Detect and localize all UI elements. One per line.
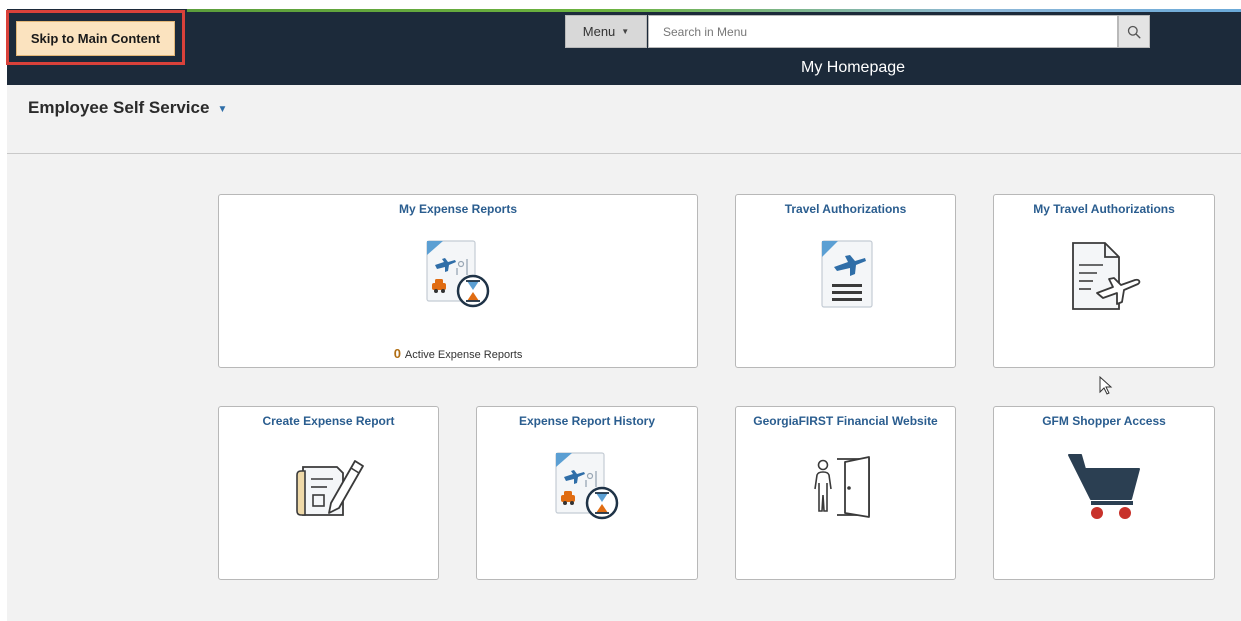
tile-title: Travel Authorizations bbox=[784, 202, 907, 216]
menu-search-input[interactable] bbox=[648, 15, 1118, 48]
chevron-down-icon: ▼ bbox=[217, 103, 228, 115]
tile-title: My Travel Authorizations bbox=[1033, 202, 1175, 216]
shopping-cart-icon bbox=[1068, 454, 1140, 519]
tile-travel-authorizations[interactable]: Travel Authorizations bbox=[735, 194, 956, 368]
tile-my-expense-reports[interactable]: My Expense Reports 0 Active Expense Repor… bbox=[218, 194, 698, 368]
create-report-icon bbox=[296, 460, 364, 516]
homepage-selector[interactable]: Employee Self Service ▼ bbox=[28, 98, 227, 118]
count-number: 0 bbox=[393, 346, 401, 361]
menu-label: Menu bbox=[582, 24, 616, 39]
count-label: Active Expense Reports bbox=[404, 349, 523, 361]
homepage-selector-label: Employee Self Service bbox=[28, 98, 210, 117]
tile-georgiafirst-financial-website[interactable]: GeorgiaFIRST Financial Website bbox=[735, 406, 956, 580]
header-divider bbox=[7, 153, 1241, 154]
search-button[interactable] bbox=[1118, 15, 1150, 48]
exit-door-icon bbox=[814, 456, 870, 518]
active-expense-reports-count: 0 Active Expense Reports bbox=[219, 346, 697, 361]
tile-create-expense-report[interactable]: Create Expense Report bbox=[218, 406, 439, 580]
header-bar: Skip to Main Content Menu ▼ My Homepage bbox=[6, 9, 1241, 85]
tile-title: Create Expense Report bbox=[262, 414, 395, 428]
page-title: My Homepage bbox=[801, 59, 906, 76]
tile-title: GFM Shopper Access bbox=[1042, 414, 1166, 428]
travel-authorization-icon bbox=[821, 240, 873, 308]
header-accent-line bbox=[187, 9, 1241, 12]
tile-title: GeorgiaFIRST Financial Website bbox=[753, 414, 938, 428]
mouse-cursor-icon bbox=[1099, 376, 1113, 395]
tile-my-travel-authorizations[interactable]: My Travel Authorizations bbox=[993, 194, 1215, 368]
skip-to-main-content-button[interactable]: Skip to Main Content bbox=[16, 21, 175, 56]
tile-title: Expense Report History bbox=[518, 414, 656, 428]
search-icon bbox=[1127, 25, 1141, 39]
chevron-down-icon: ▼ bbox=[621, 27, 630, 36]
tile-expense-report-history[interactable]: Expense Report History bbox=[476, 406, 698, 580]
tile-title: My Expense Reports bbox=[398, 202, 518, 216]
tile-gfm-shopper-access[interactable]: GFM Shopper Access bbox=[993, 406, 1215, 580]
travel-document-icon bbox=[1072, 242, 1141, 310]
expense-history-icon bbox=[555, 452, 619, 520]
menu-dropdown-button[interactable]: Menu ▼ bbox=[565, 15, 647, 48]
skip-link-highlight: Skip to Main Content bbox=[6, 10, 185, 65]
app-frame: Skip to Main Content Menu ▼ My Homepage … bbox=[6, 9, 1241, 621]
expense-report-icon bbox=[426, 240, 490, 308]
